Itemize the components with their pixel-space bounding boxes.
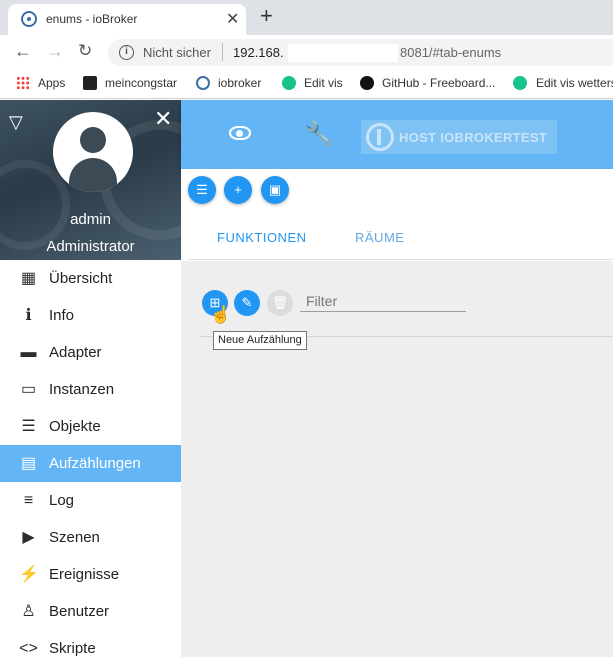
- power-icon: [366, 123, 394, 151]
- back-arrow-icon[interactable]: ←: [14, 41, 32, 62]
- wrench-icon[interactable]: 🔧: [304, 120, 334, 149]
- site-info-icon[interactable]: i: [119, 45, 134, 60]
- sidebar-item-ereignisse[interactable]: ⚡ Ereignisse: [0, 556, 181, 593]
- tab-funktionen[interactable]: FUNKTIONEN: [217, 230, 307, 245]
- app-top-bar: 🔧 HOST IOBROKERTEST: [181, 100, 613, 169]
- iobroker-icon: [196, 76, 210, 90]
- code-icon: <>: [19, 640, 38, 657]
- security-status[interactable]: Nicht sicher: [143, 45, 211, 60]
- list-view-button[interactable]: ☰: [188, 176, 216, 204]
- user-role: Administrator: [46, 238, 135, 255]
- flash-icon: ⚡: [19, 566, 39, 583]
- enum-content-area: ⊞ ✎ 🗑 ☝ Neue Aufzählung: [181, 261, 613, 657]
- url-path: 8081/#tab-enums: [400, 45, 502, 60]
- tab-close-icon[interactable]: ✕: [226, 9, 239, 29]
- apps-grid-icon: [16, 76, 30, 90]
- vis-icon: [282, 76, 296, 90]
- sidebar-item-label: Adapter: [49, 344, 102, 361]
- filter-input[interactable]: [300, 290, 466, 312]
- file-plus-icon: +: [234, 182, 242, 197]
- sidebar: ▽ ✕ admin Administrator ▦ Übersicht ℹ In…: [0, 100, 181, 657]
- bookmark-iobroker[interactable]: iobroker: [218, 76, 261, 90]
- bookmark-edit-vis[interactable]: Edit vis: [304, 76, 343, 90]
- list-icon: ☰: [21, 418, 36, 435]
- sidebar-item-label: Objekte: [49, 418, 101, 435]
- bookmark-meincongstar[interactable]: meincongstar: [105, 76, 177, 90]
- eye-icon[interactable]: [229, 126, 251, 140]
- pencil-icon: ✎: [241, 295, 253, 310]
- edit-enum-button[interactable]: ✎: [234, 290, 260, 316]
- import-button[interactable]: ▣: [261, 176, 289, 204]
- sidebar-item-uebersicht[interactable]: ▦ Übersicht: [0, 260, 181, 297]
- vis-icon: [513, 76, 527, 90]
- browser-tab-title: enums - ioBroker: [46, 12, 138, 26]
- sidebar-item-label: Log: [49, 492, 75, 509]
- subtitles-icon: ▭: [20, 381, 37, 398]
- avatar: [53, 112, 133, 192]
- url-redaction: [288, 44, 398, 62]
- host-button[interactable]: HOST IOBROKERTEST: [361, 120, 557, 154]
- sidebar-item-label: Info: [49, 307, 75, 324]
- bookmark-apps[interactable]: Apps: [38, 76, 65, 90]
- sidebar-item-label: Ereignisse: [49, 566, 120, 583]
- enum-view-toolbar: ☰ + ▣: [181, 169, 613, 212]
- store-icon: ▬: [20, 344, 37, 361]
- sidebar-close-icon[interactable]: ✕: [154, 106, 172, 132]
- sidebar-item-label: Instanzen: [49, 381, 115, 398]
- sidebar-menu: ▦ Übersicht ℹ Info ▬ Adapter ▭ Instanzen…: [0, 260, 181, 657]
- sidebar-item-label: Übersicht: [49, 270, 113, 287]
- sidebar-item-label: Benutzer: [49, 603, 110, 620]
- sidebar-item-objekte[interactable]: ☰ Objekte: [0, 408, 181, 445]
- bookmark-edit-vis-wetter[interactable]: Edit vis wetters: [536, 76, 613, 90]
- reload-icon[interactable]: ↻: [78, 41, 92, 61]
- sidebar-item-log[interactable]: ≡ Log: [0, 482, 181, 519]
- github-icon: [360, 76, 374, 90]
- address-bar-row: ← → ↻ i Nicht sicher 192.168. 8081/#tab-…: [0, 35, 613, 70]
- sidebar-user-header: ▽ ✕ admin Administrator: [0, 100, 181, 260]
- person-icon: ♙: [21, 603, 36, 620]
- bookmark-github-freeboard[interactable]: GitHub - Freeboard...: [382, 76, 495, 90]
- collapse-triangle-icon[interactable]: ▽: [9, 112, 23, 133]
- hand-cursor-icon: ☝: [210, 305, 232, 324]
- sidebar-item-adapter[interactable]: ▬ Adapter: [0, 334, 181, 371]
- sidebar-item-aufzaehlungen[interactable]: ▤ Aufzählungen: [0, 445, 181, 482]
- list-icon: ☰: [196, 182, 208, 197]
- sidebar-item-label: Aufzählungen: [49, 455, 141, 472]
- browser-tab[interactable]: enums - ioBroker ✕: [8, 4, 246, 35]
- sidebar-item-instanzen[interactable]: ▭ Instanzen: [0, 371, 181, 408]
- add-file-button[interactable]: +: [224, 176, 252, 204]
- avatar-body: [69, 158, 117, 192]
- url-host: 192.168.: [233, 45, 284, 60]
- info-icon: ℹ: [25, 307, 32, 324]
- scenes-play-icon: ▶: [22, 529, 35, 546]
- sidebar-item-label: Skripte: [49, 640, 96, 657]
- tab-indicator: [187, 257, 325, 260]
- enum-tabs: FUNKTIONEN RÄUME: [187, 212, 613, 260]
- log-lines-icon: ≡: [23, 492, 34, 509]
- avatar-head: [80, 127, 106, 153]
- enum-card-icon: ▤: [20, 455, 37, 472]
- bookmarks-bar: Apps meincongstar iobroker Edit vis GitH…: [0, 70, 613, 99]
- trash-icon: 🗑: [271, 295, 289, 310]
- forward-arrow-icon[interactable]: →: [46, 41, 64, 62]
- congstar-icon: [83, 76, 97, 90]
- user-name: admin: [70, 211, 111, 228]
- tooltip: Neue Aufzählung: [213, 331, 307, 350]
- url-divider: [222, 43, 223, 61]
- sidebar-item-skripte[interactable]: <> Skripte: [0, 630, 181, 657]
- sidebar-item-info[interactable]: ℹ Info: [0, 297, 181, 334]
- sidebar-item-benutzer[interactable]: ♙ Benutzer: [0, 593, 181, 630]
- host-label: HOST IOBROKERTEST: [399, 130, 548, 145]
- apps-grid-icon: ▦: [20, 270, 37, 287]
- url-input[interactable]: i Nicht sicher 192.168. 8081/#tab-enums: [108, 39, 613, 66]
- sidebar-item-szenen[interactable]: ▶ Szenen: [0, 519, 181, 556]
- sidebar-item-label: Szenen: [49, 529, 100, 546]
- browser-tab-bar: enums - ioBroker ✕ +: [0, 0, 613, 35]
- new-tab-button[interactable]: +: [260, 3, 273, 29]
- tab-raeume[interactable]: RÄUME: [355, 230, 404, 245]
- screen-import-icon: ▣: [268, 182, 282, 197]
- iobroker-favicon-icon: [21, 11, 37, 27]
- delete-enum-button[interactable]: 🗑: [267, 290, 293, 316]
